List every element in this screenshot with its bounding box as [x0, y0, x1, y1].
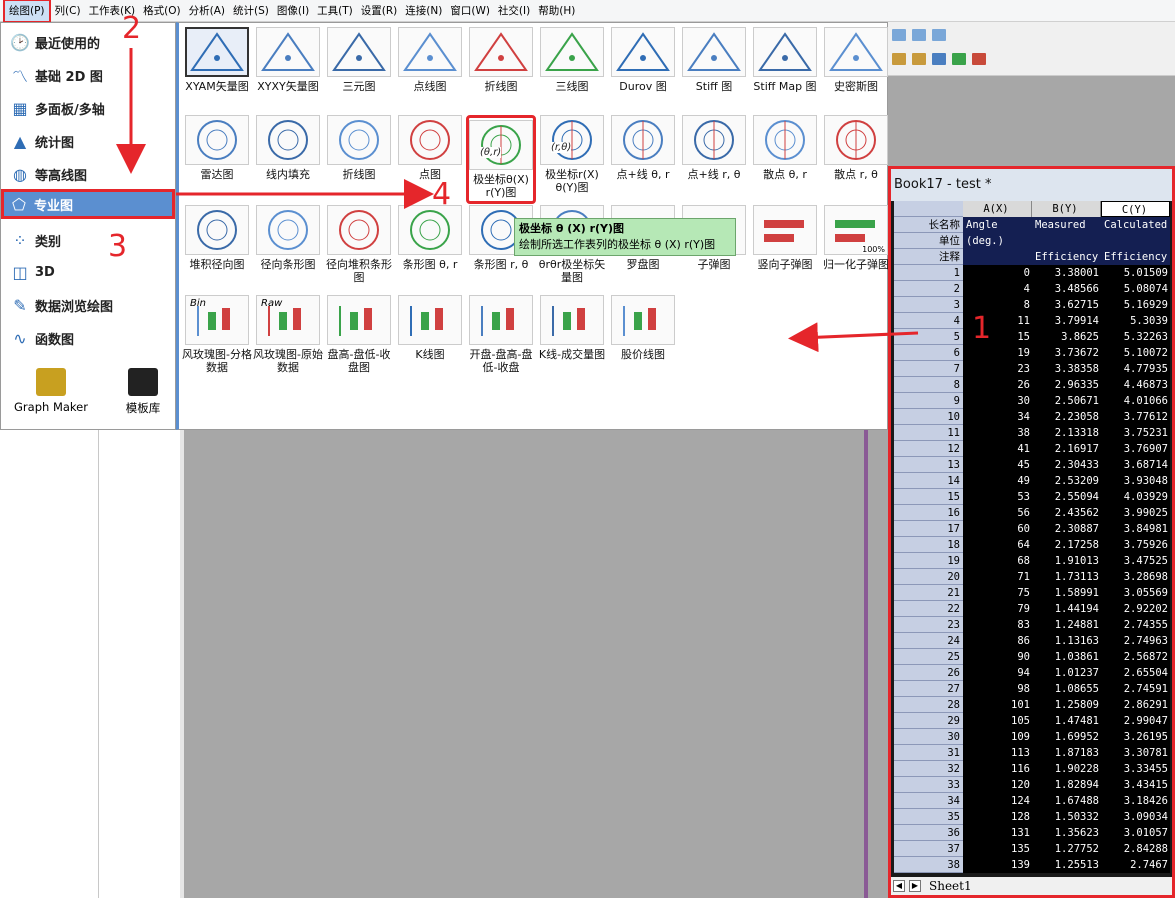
arrow-1: [788, 322, 919, 353]
annotation-arrows: [116, 48, 919, 353]
